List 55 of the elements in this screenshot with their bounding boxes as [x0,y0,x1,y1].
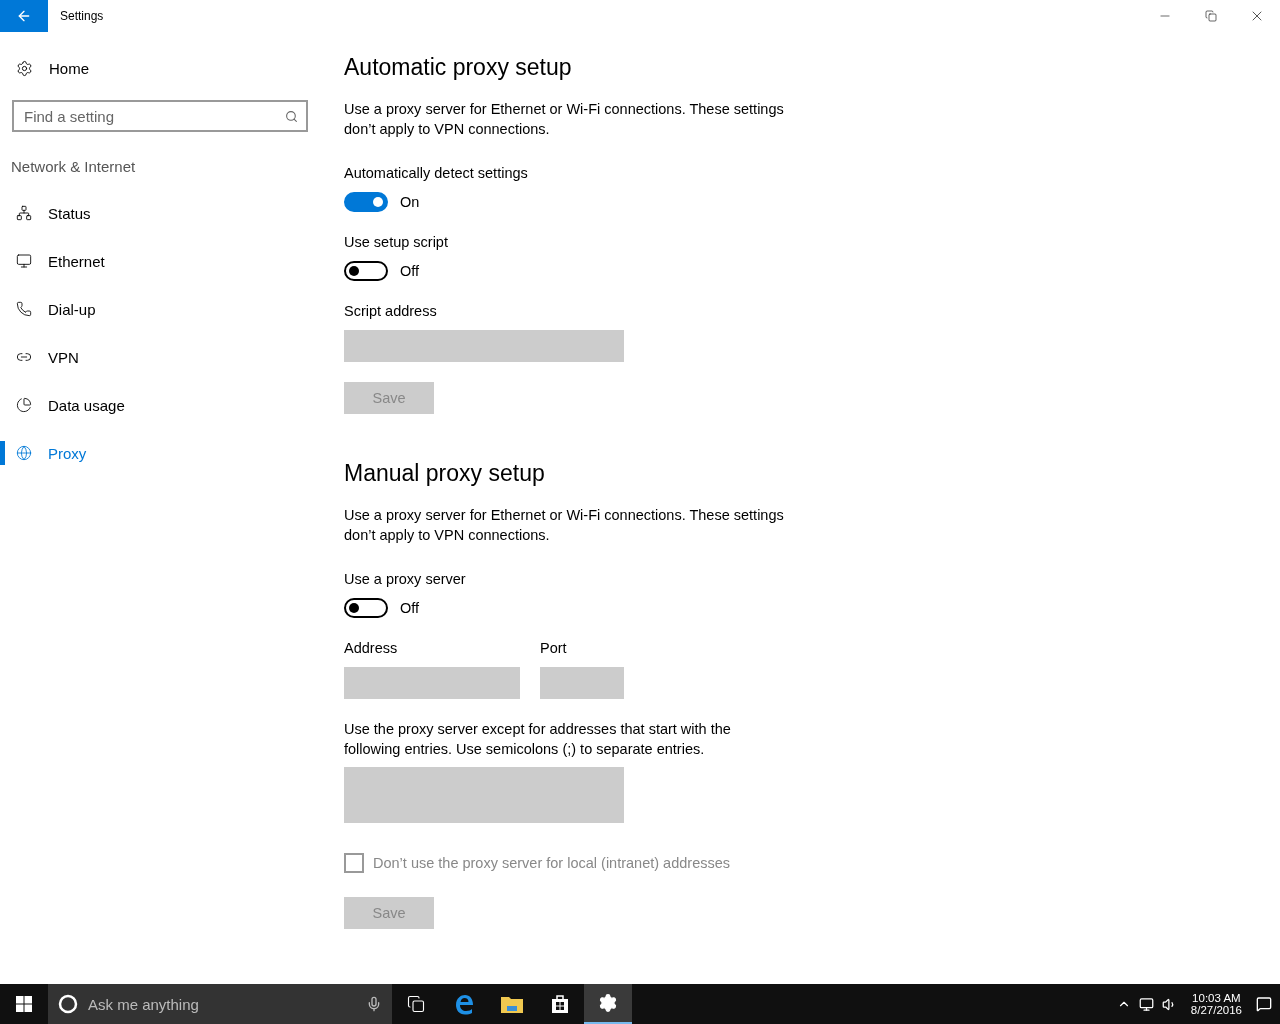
nav-icon [16,205,32,221]
back-arrow-icon [16,8,32,24]
toggle-label: Use setup script [344,234,449,250]
clock[interactable]: 10:03 AM 8/27/2016 [1184,992,1248,1016]
nav-icon [16,397,32,413]
home-nav-item[interactable]: Home [0,44,320,92]
settings-taskbar-button[interactable] [584,984,632,1024]
nav-icon [16,253,32,269]
window-title: Settings [60,9,105,23]
toggle-switch[interactable] [344,261,388,281]
taskbar-search-field[interactable]: Ask me anything [86,994,358,1014]
field-label: Script address [344,303,438,319]
folder-icon [501,995,523,1013]
restore-icon [1205,10,1217,22]
gear-icon [16,59,33,77]
field-label: Port [540,640,568,656]
sidebar-item[interactable]: Dial-up [0,285,320,333]
e-logo-icon [453,993,475,1015]
notifications-icon[interactable] [1256,996,1272,1012]
sidebar-item[interactable]: Status [0,189,320,237]
toggle-label: Automatically detect settings [344,165,529,181]
clock-time: 10:03 AM [1192,992,1241,1004]
clock-date: 8/27/2016 [1190,1004,1242,1016]
gear-icon [598,993,618,1013]
section-heading: Automatic proxy setup [344,54,573,81]
section-title: Network & Internet [11,158,137,175]
toggle-state: Off [400,600,420,616]
toggle-state: Off [400,263,420,279]
description-text: Use a proxy server for Ethernet or Wi-Fi connections. These settings don’t apply to VPN connections. [344,506,785,545]
field-label: Address [344,640,399,656]
description-text: Use a proxy server for Ethernet or Wi-Fi connections. These settings don’t apply to VPN connections. [344,100,785,139]
toggle-label: Use a proxy server [344,571,467,587]
windows-logo-icon [16,996,32,1012]
shopping-bag-icon [550,994,570,1014]
search-box[interactable]: Find a setting [12,100,308,132]
task-view-icon [407,995,425,1013]
exceptions-label: Use the proxy server except for addresses that start with the following entries. Use semicolons (;) to separate entries. [344,720,732,759]
nav-icon [16,301,32,317]
sidebar-item[interactable]: Data usage [0,381,320,429]
toggle-switch[interactable] [344,598,388,618]
network-icon[interactable] [1138,996,1154,1012]
section-heading: Manual proxy setup [344,460,546,487]
sidebar-item[interactable]: Proxy [0,429,320,477]
microphone-icon [366,996,382,1012]
circle-icon [58,994,78,1014]
back-button[interactable] [0,0,48,32]
checkbox-label: Don’t use the proxy server for local (intranet) addresses [373,855,731,871]
sidebar-item[interactable]: Ethernet [0,237,320,285]
toggle-state: On [400,194,420,210]
taskbar-search-bar[interactable]: Ask me anything [48,984,392,1024]
nav-icon [16,445,32,461]
search-field[interactable]: Find a setting [22,106,285,126]
sidebar-item[interactable]: VPN [0,333,320,381]
search-icon [285,109,298,123]
toggle-switch[interactable] [344,192,388,212]
